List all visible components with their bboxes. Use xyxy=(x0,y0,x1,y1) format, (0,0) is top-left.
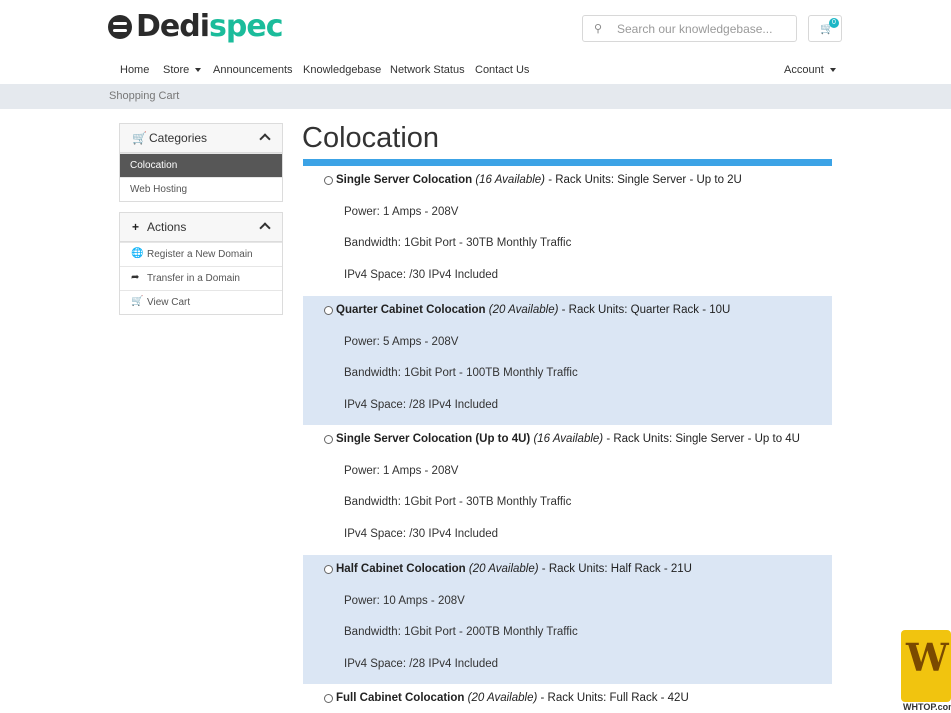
page-title: Colocation xyxy=(302,122,440,154)
product-spec-ipv4: IPv4 Space: /28 IPv4 Included xyxy=(344,658,499,670)
product-title-line: Single Server Colocation (Up to 4U) (16 … xyxy=(336,433,800,445)
knowledgebase-search: ⚲ xyxy=(582,15,797,42)
product-availability: (16 Available) xyxy=(475,174,546,186)
actions-panel-header[interactable]: + Actions xyxy=(120,213,282,242)
product-radio[interactable] xyxy=(324,565,333,574)
main-navigation: Home Store Announcements Knowledgebase N… xyxy=(0,60,951,84)
product-spec-ipv4: IPv4 Space: /30 IPv4 Included xyxy=(344,528,499,540)
brand-logo[interactable]: Dedispec xyxy=(108,9,283,44)
product-name: Single Server Colocation xyxy=(336,174,473,186)
share-icon: ➦ xyxy=(131,272,140,283)
categories-title: Categories xyxy=(149,131,208,145)
action-label: View Cart xyxy=(147,297,191,308)
watermark-text: WHTOP.com xyxy=(903,702,951,712)
action-label: Transfer in a Domain xyxy=(147,273,240,284)
categories-panel-header[interactable]: 🛒 Categories xyxy=(120,124,282,153)
product-spec-power: Power: 1 Amps - 208V xyxy=(344,206,459,218)
nav-announcements[interactable]: Announcements xyxy=(213,64,293,76)
actions-panel: + Actions 🌐 Register a New Domain ➦ Tran… xyxy=(119,212,283,315)
nav-contact-us[interactable]: Contact Us xyxy=(475,64,529,76)
product-availability: (20 Available) xyxy=(467,692,538,704)
product-name: Half Cabinet Colocation xyxy=(336,563,466,575)
actions-title: Actions xyxy=(147,220,187,234)
cart-icon: 🛒 xyxy=(131,296,144,307)
watermark-logo: W xyxy=(901,630,951,702)
nav-knowledgebase[interactable]: Knowledgebase xyxy=(303,64,381,76)
product-availability: (16 Available) xyxy=(533,433,604,445)
product-spec-ipv4: IPv4 Space: /30 IPv4 Included xyxy=(344,269,499,281)
action-view-cart[interactable]: 🛒 View Cart xyxy=(120,290,282,314)
product-availability: (20 Available) xyxy=(488,304,559,316)
search-icon: ⚲ xyxy=(593,23,603,35)
product-name: Quarter Cabinet Colocation xyxy=(336,304,486,316)
nav-store[interactable]: Store xyxy=(163,64,202,76)
product-spec-power: Power: 10 Amps - 208V xyxy=(344,595,465,607)
product-spec-power: Power: 5 Amps - 208V xyxy=(344,336,459,348)
product-half-cabinet: Half Cabinet Colocation (20 Available) -… xyxy=(303,555,832,684)
nav-store-label: Store xyxy=(163,64,190,76)
cart-icon: 🛒 xyxy=(132,131,147,145)
cart-button[interactable]: 🛒 0 xyxy=(808,15,842,42)
logo-part-1: Dedi xyxy=(136,9,210,44)
product-title-line: Half Cabinet Colocation (20 Available) -… xyxy=(336,563,692,575)
product-rack-units: - Rack Units: Full Rack - 42U xyxy=(537,692,689,704)
product-radio[interactable] xyxy=(324,435,333,444)
product-rack-units: - Rack Units: Quarter Rack - 10U xyxy=(558,304,731,316)
page-title-accent-bar xyxy=(303,159,832,166)
sidebar-item-colocation[interactable]: Colocation xyxy=(120,153,282,177)
product-name: Full Cabinet Colocation xyxy=(336,692,465,704)
action-transfer-domain[interactable]: ➦ Transfer in a Domain xyxy=(120,266,282,290)
product-spec-bandwidth: Bandwidth: 1Gbit Port - 200TB Monthly Tr… xyxy=(344,626,578,638)
product-single-server-4u: Single Server Colocation (Up to 4U) (16 … xyxy=(303,425,832,555)
breadcrumb-bar: Shopping Cart xyxy=(0,84,951,109)
breadcrumb[interactable]: Shopping Cart xyxy=(109,90,179,102)
product-full-cabinet: Full Cabinet Colocation (20 Available) -… xyxy=(303,684,832,713)
product-radio[interactable] xyxy=(324,694,333,703)
product-availability: (20 Available) xyxy=(468,563,539,575)
product-title-line: Quarter Cabinet Colocation (20 Available… xyxy=(336,304,730,316)
product-title-line: Full Cabinet Colocation (20 Available) -… xyxy=(336,692,689,704)
watermark-glyph: W xyxy=(906,635,949,680)
cart-count-badge: 0 xyxy=(829,18,839,28)
action-register-domain[interactable]: 🌐 Register a New Domain xyxy=(120,242,282,266)
globe-icon: 🌐 xyxy=(131,248,144,259)
product-radio[interactable] xyxy=(324,176,333,185)
nav-network-status[interactable]: Network Status xyxy=(390,64,465,76)
chevron-down-icon xyxy=(829,68,836,73)
product-name: Single Server Colocation (Up to 4U) xyxy=(336,433,531,445)
action-label: Register a New Domain xyxy=(147,249,253,260)
nav-home[interactable]: Home xyxy=(120,64,149,76)
logo-wordmark: Dedispec xyxy=(136,9,283,44)
chevron-down-icon xyxy=(195,68,202,73)
nav-account-label: Account xyxy=(784,64,824,76)
logo-part-2: spec xyxy=(209,9,283,44)
product-rack-units: - Rack Units: Single Server - Up to 2U xyxy=(545,174,742,186)
site-header: Dedispec ⚲ 🛒 0 xyxy=(0,0,951,60)
sidebar-item-web-hosting[interactable]: Web Hosting xyxy=(120,177,282,201)
logo-mark-icon xyxy=(108,15,132,39)
chevron-up-icon[interactable] xyxy=(259,133,271,145)
categories-panel: 🛒 Categories Colocation Web Hosting xyxy=(119,123,283,202)
sidebar-item-label: Colocation xyxy=(130,160,178,171)
plus-icon: + xyxy=(132,220,140,234)
product-quarter-cabinet: Quarter Cabinet Colocation (20 Available… xyxy=(303,296,832,425)
search-input[interactable] xyxy=(613,21,783,36)
product-rack-units: - Rack Units: Half Rack - 21U xyxy=(538,563,692,575)
product-radio[interactable] xyxy=(324,306,333,315)
chevron-up-icon[interactable] xyxy=(259,222,271,234)
product-title-line: Single Server Colocation (16 Available) … xyxy=(336,174,742,186)
product-rack-units: - Rack Units: Single Server - Up to 4U xyxy=(603,433,800,445)
product-spec-power: Power: 1 Amps - 208V xyxy=(344,465,459,477)
product-spec-bandwidth: Bandwidth: 1Gbit Port - 30TB Monthly Tra… xyxy=(344,496,572,508)
sidebar-item-label: Web Hosting xyxy=(130,184,188,195)
product-spec-ipv4: IPv4 Space: /28 IPv4 Included xyxy=(344,399,499,411)
nav-account[interactable]: Account xyxy=(784,64,836,76)
product-spec-bandwidth: Bandwidth: 1Gbit Port - 30TB Monthly Tra… xyxy=(344,237,572,249)
product-spec-bandwidth: Bandwidth: 1Gbit Port - 100TB Monthly Tr… xyxy=(344,367,578,379)
whtop-watermark: W WHTOP.com xyxy=(901,630,951,713)
product-single-server: Single Server Colocation (16 Available) … xyxy=(303,166,832,296)
